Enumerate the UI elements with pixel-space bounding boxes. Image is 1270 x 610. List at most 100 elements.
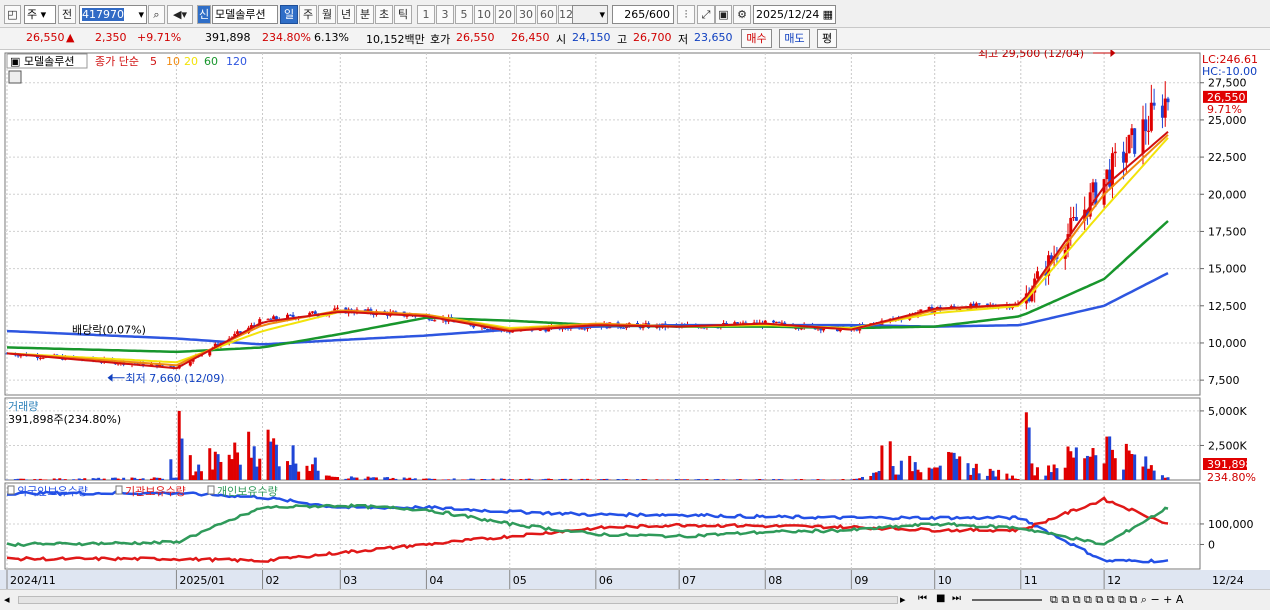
sell-button[interactable]: 매도: [779, 29, 810, 48]
volume-bar-51: [208, 448, 212, 480]
volume-bar-282: [1105, 436, 1109, 480]
code-input[interactable]: 417970 ▾: [79, 5, 147, 24]
interval-tab-1[interactable]: 1: [417, 5, 435, 24]
indicator-table-icon: [8, 70, 22, 84]
candle-style-icon[interactable]: ⫶: [677, 5, 695, 24]
interval-tab-10[interactable]: 10: [474, 5, 494, 24]
interval-dropdown-icon[interactable]: ▾: [599, 6, 607, 23]
volume-bar-121: [480, 479, 484, 480]
period-tab-2[interactable]: 월: [318, 5, 336, 24]
volume-title: 거래량: [8, 400, 38, 413]
interval-tab-3[interactable]: 3: [436, 5, 454, 24]
count-total: /600: [645, 8, 670, 21]
interval-tab-30[interactable]: 30: [516, 5, 536, 24]
count-field[interactable]: 265/600: [612, 5, 674, 24]
volume-bar-219: [858, 478, 862, 480]
x-label-2: 02: [266, 574, 280, 587]
window-menu-icon[interactable]: ◰: [4, 5, 21, 24]
volume-bar-222: [872, 472, 876, 480]
volume-bar-77: [308, 470, 312, 480]
interval-tab-20[interactable]: 20: [495, 5, 515, 24]
volume-summary: 391,898주(234.80%): [8, 413, 121, 426]
volume-bar-265: [1035, 467, 1039, 480]
volume-bar-8: [38, 478, 42, 480]
volume-bar-285: [1113, 458, 1117, 480]
compare-icon[interactable]: ⤢: [697, 5, 715, 24]
volume-bar-202: [794, 479, 798, 480]
market-select[interactable]: 주 ▾: [24, 5, 56, 24]
volume-bar-273: [1069, 451, 1073, 480]
volume-bar-34: [138, 478, 142, 480]
volume-bar-84: [333, 476, 337, 480]
buy-button[interactable]: 매수: [741, 29, 772, 48]
search-icon[interactable]: ⌕: [148, 5, 165, 24]
chart-canvas[interactable]: 2024/11 2025/01 02 03 04 05 06 07 08 09 10 11 12 12/2…: [0, 50, 1270, 589]
scroll-right-icon[interactable]: ▸: [900, 593, 906, 606]
period-tab-1[interactable]: 주: [299, 5, 317, 24]
y-label-vol-1: 5,000K: [1208, 405, 1247, 418]
code-dropdown-icon[interactable]: ▾: [138, 6, 146, 23]
volume-last-text: 391,898: [1207, 458, 1253, 471]
volume-bar-99: [391, 477, 395, 480]
interval-tab-60[interactable]: 60: [537, 5, 557, 24]
save-icon[interactable]: ▣: [715, 5, 732, 24]
period-tab-5[interactable]: 초: [375, 5, 393, 24]
date-field[interactable]: 2025/12/24 ▦: [753, 5, 836, 24]
scroll-left-icon[interactable]: ◂: [4, 593, 10, 606]
rate-value: +9.71%: [137, 31, 182, 44]
volume-bar-239: [935, 467, 939, 480]
zoom-slider[interactable]: [972, 599, 1042, 601]
price-value: 26,550: [26, 31, 65, 44]
calendar-icon[interactable]: ▦: [823, 6, 835, 23]
volume-bar-129: [508, 479, 512, 480]
volume-bar-148: [583, 479, 587, 480]
volume-bar-267: [1047, 465, 1051, 480]
quote-bar: 26,550 ▲ 2,350 +9.71% 391,898 234.80% 6.…: [0, 28, 1270, 50]
volume-bar-47: [191, 475, 195, 480]
y-label-price-8: 27,500: [1208, 77, 1247, 90]
zoom-buttons-icon[interactable]: ⧉ ⧉ ⧉ ⧉ ⧉ ⧉ ⧉ ⧉ ⌕ − + A: [1050, 593, 1183, 607]
avg-button[interactable]: 평: [817, 29, 837, 48]
candle-body-120: [472, 325, 476, 328]
volume-bar-246: [966, 463, 970, 480]
volume-bar-154: [605, 478, 609, 480]
period-tab-6[interactable]: 틱: [394, 5, 412, 24]
interval-input[interactable]: ▾: [572, 5, 608, 24]
volume-bar-30: [122, 477, 126, 480]
panel-frame-0: [4, 52, 1201, 396]
stock-name-field[interactable]: 모델솔루션: [212, 5, 278, 24]
interval-tab-5[interactable]: 5: [455, 5, 473, 24]
period-tab-0[interactable]: 일: [280, 5, 298, 24]
volume-bar-38: [155, 477, 159, 480]
volume-bar-100: [394, 478, 398, 480]
code-value: 417970: [82, 8, 124, 21]
settings-icon[interactable]: ⚙: [733, 5, 751, 24]
volume-bar-256: [1005, 473, 1009, 480]
stop-icon[interactable]: ■: [936, 593, 945, 604]
volume-bar-240: [938, 465, 942, 480]
speaker-icon[interactable]: ◀▾: [167, 5, 193, 24]
volume-bar-58: [233, 442, 237, 480]
volume-bar-133: [524, 478, 528, 480]
hoga-label: 호가: [430, 33, 451, 46]
y-label-price-5: 20,000: [1208, 188, 1247, 201]
jump-start-icon[interactable]: ⏮: [918, 593, 927, 604]
volume-bar-272: [1066, 446, 1070, 480]
holding-legend-1: 기관보유수량: [125, 485, 186, 498]
volume-bar-262: [1027, 427, 1031, 480]
volume-bar-118: [466, 479, 470, 480]
period-tab-3[interactable]: 년: [337, 5, 355, 24]
volume-bar-296: [1160, 475, 1164, 480]
volume-bar-112: [444, 479, 448, 480]
volume-bar-71: [286, 461, 290, 480]
volume-bar-33: [136, 479, 140, 480]
prev-button[interactable]: 전: [58, 5, 76, 24]
volume-bar-193: [758, 478, 762, 480]
scroll-track[interactable]: [18, 596, 898, 604]
period-tab-4[interactable]: 분: [356, 5, 374, 24]
candle-body-295: [1152, 102, 1156, 106]
candle-body-198: [777, 321, 781, 323]
jump-end-icon[interactable]: ⏭: [952, 593, 961, 604]
volume-ratio: 234.80%: [262, 31, 311, 44]
last-rate-text: 9.71%: [1207, 103, 1242, 116]
